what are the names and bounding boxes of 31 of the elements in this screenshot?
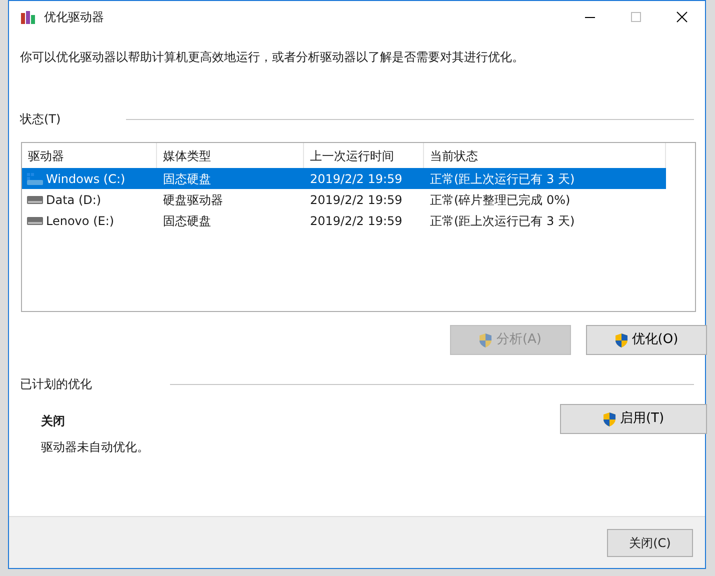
section-label: 已计划的优化 bbox=[20, 376, 93, 393]
last-run-time: 2019/2/2 19:59 bbox=[309, 170, 404, 188]
drive-name: Lenovo (E:) bbox=[46, 212, 114, 230]
shield-icon bbox=[602, 412, 616, 426]
media-type: 硬盘驱动器 bbox=[162, 192, 224, 208]
drive-icon bbox=[27, 172, 43, 184]
close-button[interactable]: 关闭(C) bbox=[607, 528, 693, 556]
drive-status: 正常(距上次运行已有 3 天) bbox=[429, 212, 576, 230]
shield-icon bbox=[479, 332, 492, 348]
last-run-time: 2019/2/2 19:59 bbox=[309, 212, 404, 230]
app-icon bbox=[21, 10, 35, 24]
schedule-note: 驱动器未自动优化。 bbox=[41, 439, 149, 456]
drive-row[interactable]: Lenovo (E:) 固态硬盘 2019/2/2 19:59 正常(距上次运行已有 3 天) bbox=[22, 210, 666, 231]
drive-icon bbox=[27, 216, 43, 224]
last-run-time: 2019/2/2 19:59 bbox=[309, 192, 404, 208]
action-button[interactable]: 优化(O) bbox=[586, 325, 707, 355]
description-text: 你可以优化驱动器以帮助计算机更高效地运行，或者分析驱动器以了解是否需要对其进行优化。 bbox=[20, 49, 525, 66]
drive-row[interactable]: Data (D:) 硬盘驱动器 2019/2/2 19:59 正常(碎片整理已完成 0%) bbox=[22, 189, 666, 210]
drive-status: 正常(碎片整理已完成 0%) bbox=[429, 192, 572, 208]
drive-icon bbox=[27, 196, 43, 204]
section-label: 状态(T) bbox=[20, 111, 62, 128]
action-button[interactable]: 启用(T) bbox=[560, 404, 707, 434]
window-title: 优化驱动器 bbox=[44, 9, 104, 26]
media-type: 固态硬盘 bbox=[162, 170, 212, 188]
drive-name: Windows (C:) bbox=[46, 170, 126, 188]
shield-icon bbox=[614, 332, 628, 348]
media-type: 固态硬盘 bbox=[162, 212, 212, 230]
drive-row[interactable]: Windows (C:) 固态硬盘 2019/2/2 19:59 正常(距上次运行已有 3 天) bbox=[22, 168, 666, 189]
schedule-state: 关闭 bbox=[41, 413, 66, 430]
drive-status: 正常(距上次运行已有 3 天) bbox=[429, 170, 576, 188]
drive-name: Data (D:) bbox=[46, 192, 102, 208]
